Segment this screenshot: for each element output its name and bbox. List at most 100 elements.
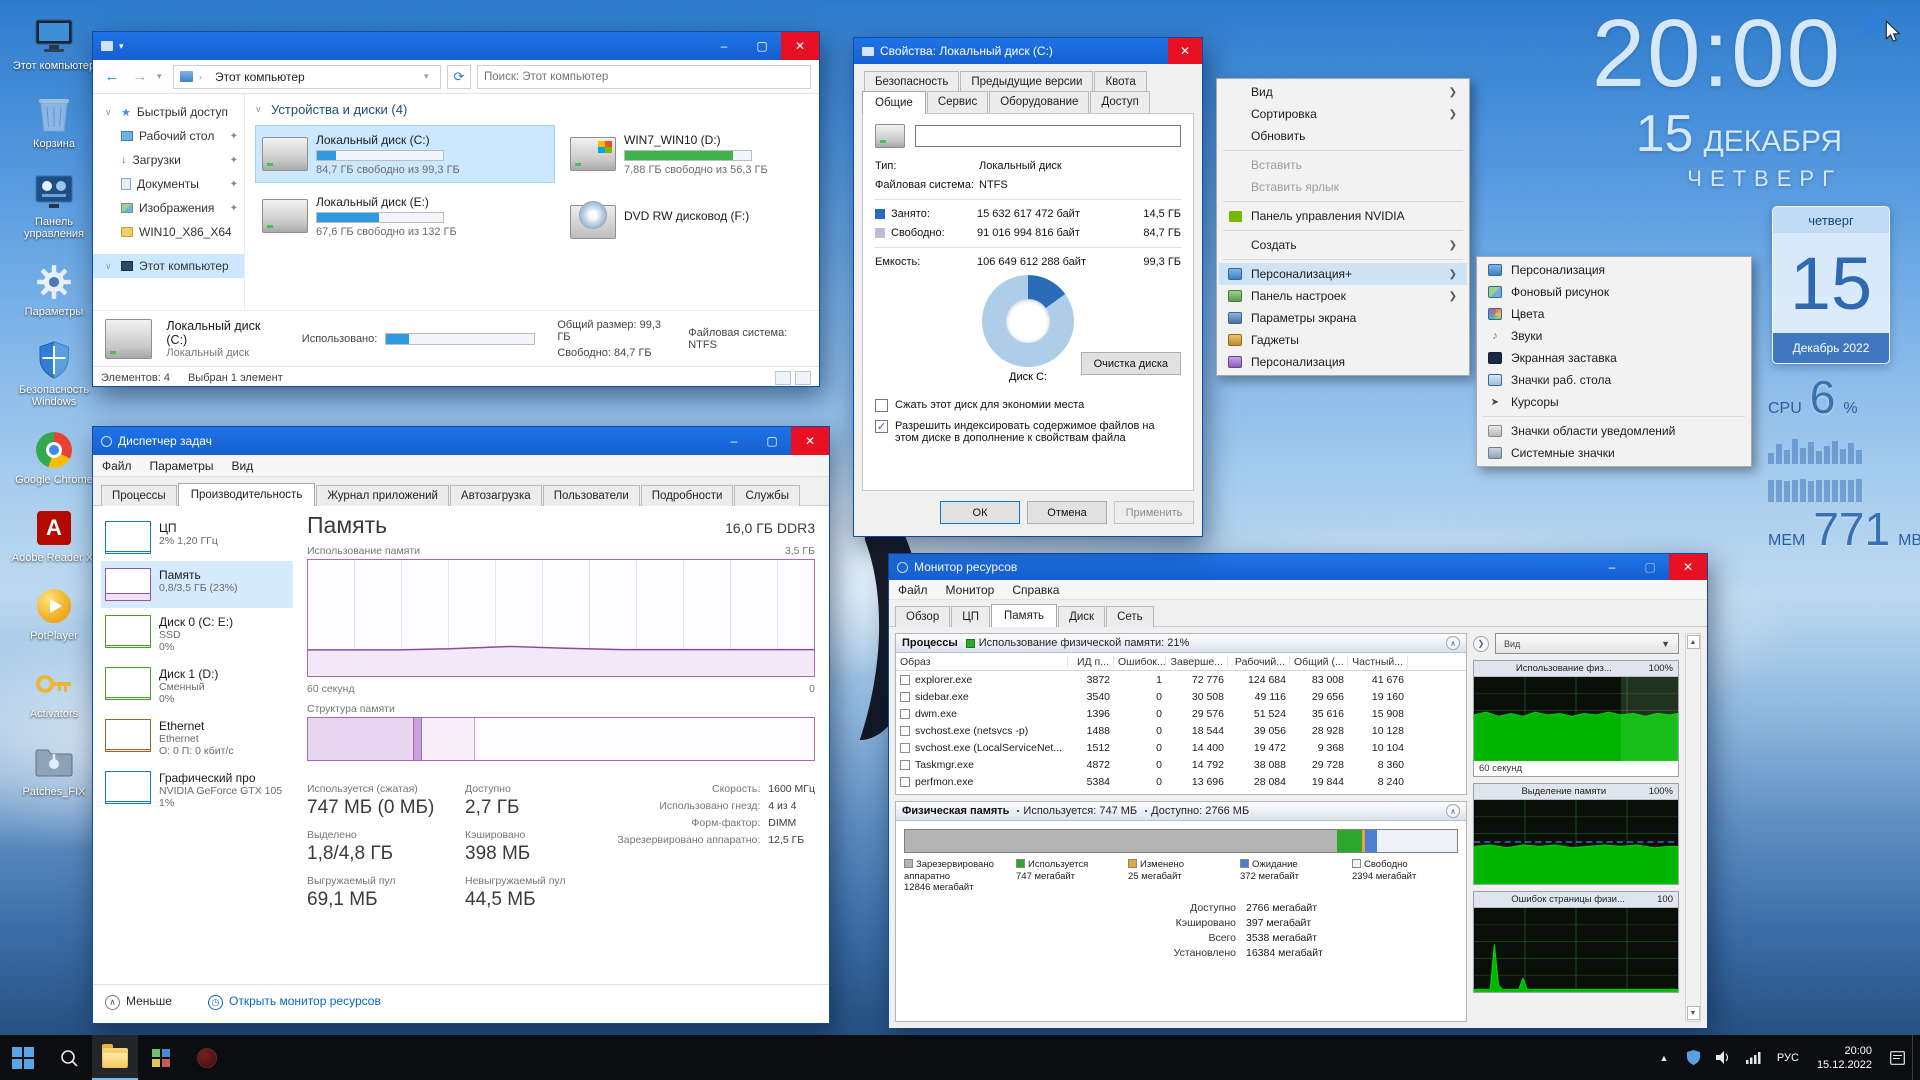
menu-item-gadgets[interactable]: Гаджеты <box>1219 329 1467 351</box>
tab-details[interactable]: Подробности <box>641 485 734 506</box>
desktop-icon-control-panel[interactable]: Панель управления <box>8 172 100 240</box>
tab-services[interactable]: Службы <box>734 485 800 506</box>
sidebar-item-desktop[interactable]: Рабочий стол✦ <box>93 124 244 148</box>
scroll-up-arrow[interactable]: ▲ <box>1687 635 1700 649</box>
open-resource-monitor-link[interactable]: ◷Открыть монитор ресурсов <box>208 994 381 1010</box>
submenu-item-sounds[interactable]: ♪Звуки <box>1479 325 1749 347</box>
sidebar-item-quick-access[interactable]: ∨★Быстрый доступ <box>93 100 244 124</box>
action-center-icon[interactable] <box>1882 1035 1912 1080</box>
minimize-button[interactable]: – <box>1593 554 1631 580</box>
menu-item-paste-shortcut[interactable]: Вставить ярлык <box>1219 176 1467 198</box>
menu-item-sort[interactable]: Сортировка❯ <box>1219 103 1467 125</box>
menu-file[interactable]: Файл <box>889 583 937 597</box>
menu-item-settings-panel[interactable]: Панель настроек❯ <box>1219 285 1467 307</box>
process-checkbox[interactable] <box>900 760 910 770</box>
menu-item-personalization[interactable]: Персонализация <box>1219 351 1467 373</box>
drive-tile-d[interactable]: WIN7_WIN10 (D:) 7,88 ГБ свободно из 56,3… <box>563 125 819 183</box>
sidebar-item-this-pc[interactable]: ∨Этот компьютер <box>93 254 244 278</box>
show-desktop-button[interactable] <box>1912 1035 1920 1080</box>
process-row[interactable]: sidebar.exe3540030 50849 11629 65619 160 <box>896 688 1466 705</box>
desktop-icon-activators[interactable]: Activators <box>8 664 100 720</box>
process-checkbox[interactable] <box>900 709 910 719</box>
sidebar-item-pictures[interactable]: Изображения✦ <box>93 196 244 220</box>
taskbar-app-media[interactable] <box>184 1035 230 1080</box>
menu-item-paste[interactable]: Вставить <box>1219 154 1467 176</box>
tab-users[interactable]: Пользователи <box>543 485 640 506</box>
address-bar[interactable]: › Этот компьютер ▾ <box>173 65 441 89</box>
desktop-icon-adobe-reader[interactable]: A Adobe Reader XI <box>8 508 100 564</box>
tab-quota[interactable]: Квота <box>1094 71 1146 92</box>
submenu-item-wallpaper[interactable]: Фоновый рисунок <box>1479 281 1749 303</box>
close-button[interactable]: ✕ <box>1168 38 1202 64</box>
tab-processes[interactable]: Процессы <box>101 485 177 506</box>
taskbar-clock[interactable]: 20:00 15.12.2022 <box>1807 1044 1882 1072</box>
perf-item-memory[interactable]: Память0,8/3,5 ГБ (23%) <box>101 561 293 608</box>
view-dropdown-button[interactable]: Вид▼ <box>1495 633 1679 654</box>
vertical-scrollbar[interactable]: ▲ ▼ <box>1685 633 1701 1022</box>
submenu-item-notification-icons[interactable]: Значки области уведомлений <box>1479 420 1749 442</box>
perf-item-ethernet[interactable]: EthernetEthernetО: 0 П: 0 кбит/с <box>101 712 293 764</box>
process-row[interactable]: svchost.exe (netsvcs -p)1488018 54439 05… <box>896 722 1466 739</box>
index-checkbox[interactable]: ✓ <box>875 420 888 433</box>
taskbar-app-grid[interactable] <box>138 1035 184 1080</box>
close-button[interactable]: ✕ <box>781 32 819 60</box>
tab-general[interactable]: Общие <box>862 91 926 114</box>
process-row[interactable]: dwm.exe1396029 57651 52435 61615 908 <box>896 705 1466 722</box>
tab-performance[interactable]: Производительность <box>178 483 316 506</box>
tab-security[interactable]: Безопасность <box>864 71 959 92</box>
volume-icon[interactable] <box>1709 1035 1739 1080</box>
forward-button[interactable]: → <box>129 68 151 85</box>
search-button[interactable] <box>46 1035 92 1080</box>
submenu-item-personalization[interactable]: Персонализация <box>1479 259 1749 281</box>
fewer-details-button[interactable]: ∧Меньше <box>105 994 172 1010</box>
process-checkbox[interactable] <box>900 675 910 685</box>
tray-shield-icon[interactable] <box>1679 1035 1709 1080</box>
drive-tile-e[interactable]: Локальный диск (E:) 67,6 ГБ свободно из … <box>255 187 555 245</box>
menu-item-view[interactable]: Вид❯ <box>1219 81 1467 103</box>
search-input[interactable] <box>477 65 811 89</box>
maximize-button[interactable]: ▢ <box>1631 554 1669 580</box>
process-row[interactable]: Taskmgr.exe4872014 79238 08829 7288 360 <box>896 756 1466 773</box>
menu-file[interactable]: Файл <box>93 459 141 473</box>
group-header-devices[interactable]: ∨Устройства и диски (4) <box>255 102 809 117</box>
tab-previous-versions[interactable]: Предыдущие версии <box>960 71 1093 92</box>
perf-item-cpu[interactable]: ЦП2% 1,20 ГГц <box>101 514 293 561</box>
desktop-icon-settings[interactable]: Параметры <box>8 262 100 318</box>
process-checkbox[interactable] <box>900 777 910 787</box>
process-row[interactable]: explorer.exe3872172 776124 68483 00841 6… <box>896 671 1466 688</box>
tab-cpu[interactable]: ЦП <box>951 606 990 627</box>
process-checkbox[interactable] <box>900 743 910 753</box>
refresh-button[interactable]: ⟳ <box>447 65 471 89</box>
back-button[interactable]: ← <box>101 68 123 85</box>
close-button[interactable]: ✕ <box>1669 554 1707 580</box>
desktop-icon-chrome[interactable]: Google Chrome <box>8 430 100 486</box>
menu-item-refresh[interactable]: Обновить <box>1219 125 1467 147</box>
network-icon[interactable] <box>1739 1035 1769 1080</box>
language-indicator[interactable]: РУС <box>1769 1052 1807 1064</box>
tab-hardware[interactable]: Оборудование <box>989 91 1089 114</box>
sidebar-item-win10-folder[interactable]: WIN10_X86_X64 <box>93 220 244 244</box>
desktop-icon-recycle-bin[interactable]: Корзина <box>8 94 100 150</box>
submenu-item-system-icons[interactable]: Системные значки <box>1479 442 1749 464</box>
hidden-icons-chevron[interactable]: ▲ <box>1649 1035 1679 1080</box>
desktop-icon-potplayer[interactable]: PotPlayer <box>8 586 100 642</box>
minimize-button[interactable]: – <box>705 32 743 60</box>
menu-monitor[interactable]: Монитор <box>937 583 1004 597</box>
sidebar-collapse-icon[interactable]: ❯ <box>1473 636 1489 652</box>
perf-item-disk1[interactable]: Диск 1 (D:)Сменный0% <box>101 660 293 712</box>
desktop-icon-patches-fix[interactable]: Patches_FIX <box>8 742 100 798</box>
menu-item-display-settings[interactable]: Параметры экрана <box>1219 307 1467 329</box>
submenu-item-desktop-icons[interactable]: Значки раб. стола <box>1479 369 1749 391</box>
drive-tile-f-dvd[interactable]: DVD RW дисковод (F:) <box>563 187 819 245</box>
perf-item-gpu[interactable]: Графический проNVIDIA GeForce GTX 1051% <box>101 764 293 816</box>
apply-button[interactable]: Применить <box>1114 501 1194 524</box>
volume-label-input[interactable] <box>915 125 1181 147</box>
menu-item-personalization-plus[interactable]: Персонализация+❯ <box>1219 263 1467 285</box>
tab-sharing[interactable]: Доступ <box>1090 91 1149 114</box>
minimize-button[interactable]: – <box>715 427 753 455</box>
start-button[interactable] <box>0 1035 46 1080</box>
submenu-item-cursors[interactable]: ➤Курсоры <box>1479 391 1749 413</box>
desktop-icon-computer[interactable]: Этот компьютер <box>8 16 100 72</box>
taskbar-file-explorer[interactable] <box>92 1035 138 1080</box>
menu-help[interactable]: Справка <box>1003 583 1068 597</box>
